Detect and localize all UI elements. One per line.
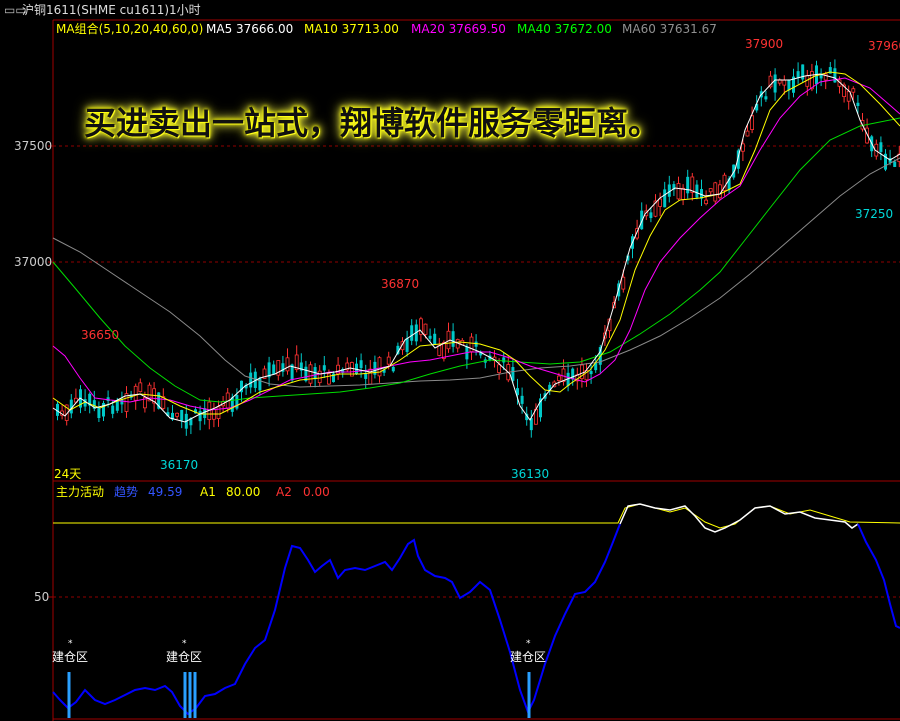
candle-body — [557, 375, 561, 381]
candle-body — [520, 395, 524, 404]
ma10-value: MA10 37713.00 — [304, 22, 399, 36]
ad-banner: 买进卖出一站式，翔博软件服务零距离。 — [84, 104, 661, 142]
candle-body — [437, 345, 442, 356]
trend-line — [52, 523, 621, 716]
ma20-value: MA20 37669.50 — [411, 22, 506, 36]
candle-body — [718, 184, 722, 199]
price-low-mid-label: 36130 — [511, 467, 550, 481]
sub-indicator-label[interactable]: 主力活动 — [56, 485, 104, 499]
candle-body — [497, 364, 502, 374]
build-zone-label: * 建仓区 — [52, 639, 89, 665]
candle-body — [851, 88, 856, 93]
candle-body — [695, 184, 699, 198]
candle-body — [589, 371, 593, 375]
ma40-value: MA40 37672.00 — [517, 22, 612, 36]
zone-marker-icon: * — [68, 639, 73, 649]
build-zone-text: 建仓区 — [52, 650, 89, 664]
candle-body — [198, 411, 202, 422]
candle-body — [856, 102, 860, 107]
candle-body — [773, 74, 777, 93]
candle-body — [138, 382, 143, 393]
candle-body — [764, 96, 768, 100]
build-zone-label: * 建仓区 — [166, 639, 203, 665]
candle-body — [796, 71, 800, 78]
trend-value: 49.59 — [148, 485, 183, 499]
candle-body — [111, 405, 115, 414]
build-zone-text: 建仓区 — [510, 650, 547, 664]
candle-body — [750, 115, 754, 131]
candle-body — [364, 373, 368, 379]
candle-body — [663, 189, 667, 208]
ma40-line — [52, 117, 900, 403]
candle-body — [272, 364, 276, 374]
price-high-left-label: 36650 — [81, 328, 120, 342]
zone-marker-icon: * — [182, 639, 187, 649]
candle-body — [713, 182, 718, 202]
build-zone-bars — [67, 672, 531, 718]
a1-label: A1 — [200, 485, 216, 499]
candle-body — [879, 142, 883, 152]
candle-body — [686, 176, 690, 194]
a1-value: 80.00 — [226, 485, 261, 499]
candle-body — [175, 412, 180, 417]
a2-value: 0.00 — [303, 485, 330, 499]
candle-body — [391, 366, 395, 372]
candle-body — [386, 356, 391, 365]
candle-body — [681, 187, 685, 200]
trend-line-tail — [857, 523, 900, 629]
zone-marker-icon: * — [526, 639, 531, 649]
candle-body — [708, 188, 713, 193]
candle-body — [115, 400, 119, 411]
candle-body — [676, 183, 681, 200]
trend-line-high — [619, 503, 859, 533]
candle-body — [203, 408, 207, 418]
candle-body — [97, 407, 101, 419]
candle-body — [133, 385, 138, 401]
candle-body — [741, 143, 745, 152]
candle-body — [322, 365, 326, 371]
candle-body — [428, 335, 432, 339]
candle-body — [308, 364, 313, 384]
candle-body — [359, 360, 363, 369]
candle-body — [502, 357, 506, 363]
y-label-37000: 37000 — [14, 255, 53, 269]
build-zone-label: * 建仓区 — [510, 639, 547, 665]
candle-body — [782, 79, 787, 86]
trend-label: 趋势 — [114, 485, 139, 499]
candle-body — [621, 276, 626, 290]
ma-indicator-label[interactable]: MA组合(5,10,20,40,60,0) — [56, 22, 203, 36]
candle-body — [704, 199, 708, 205]
ma5-value: MA5 37666.00 — [206, 22, 294, 36]
price-low-right-label: 37250 — [855, 207, 894, 221]
candle-body — [317, 370, 322, 384]
candle-body — [846, 90, 851, 102]
price-high-far-label: 37960 — [868, 39, 900, 53]
candle-body — [433, 333, 437, 345]
period-label: 24天 — [54, 467, 82, 481]
candle-body — [810, 71, 814, 90]
candle-body — [326, 373, 331, 385]
candle-body — [441, 342, 446, 359]
y-label-50: 50 — [34, 590, 50, 604]
price-high-label: 37900 — [745, 37, 784, 51]
candle-body — [787, 80, 791, 91]
candle-body — [180, 409, 184, 421]
candle-body — [649, 212, 653, 219]
build-zone-text: 建仓区 — [166, 650, 203, 664]
candle-body — [658, 198, 662, 207]
candle-body — [405, 338, 409, 352]
a2-label: A2 — [276, 485, 292, 499]
candle-body — [410, 325, 414, 341]
price-high-mid-label: 36870 — [381, 277, 420, 291]
candle-body — [249, 372, 253, 388]
candle-body — [745, 130, 750, 137]
candle-body — [451, 331, 455, 347]
y-label-37500: 37500 — [14, 139, 53, 153]
price-low-left-label: 36170 — [160, 458, 199, 472]
candle-body — [285, 357, 290, 372]
ma60-value: MA60 37631.67 — [622, 22, 717, 36]
candle-body — [893, 161, 897, 167]
candle-body — [377, 357, 382, 377]
candle-body — [423, 323, 428, 335]
